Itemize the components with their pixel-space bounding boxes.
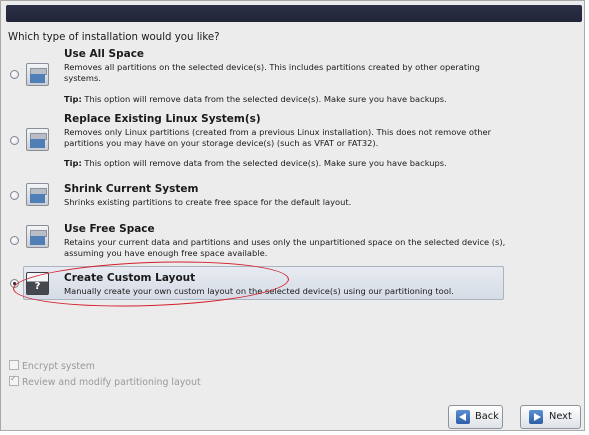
option-description: Removes only Linux partitions (created f… — [64, 127, 492, 148]
review-layout-label: Review and modify partitioning layout — [22, 377, 201, 388]
option-description: Shrinks existing partitions to create fr… — [64, 197, 352, 207]
drive-icon — [26, 128, 49, 151]
tip-text: This option will remove data from the se… — [81, 158, 447, 168]
option-description: Removes all partitions on the selected d… — [64, 62, 480, 83]
tip-label: Tip: — [64, 158, 82, 168]
review-layout-checkbox[interactable] — [9, 374, 19, 386]
radio-replace-linux[interactable] — [10, 136, 19, 145]
next-button-label: Next — [549, 411, 572, 422]
drive-icon — [26, 225, 49, 248]
page-question: Which type of installation would you lik… — [8, 32, 220, 43]
option-tip: Tip: This option will remove data from t… — [64, 94, 447, 104]
encrypt-system-row[interactable]: Encrypt system — [9, 360, 95, 372]
encrypt-system-label: Encrypt system — [22, 361, 95, 372]
header-bar — [6, 5, 582, 22]
option-tip: Tip: This option will remove data from t… — [64, 158, 447, 168]
radio-use-free-space[interactable] — [10, 236, 19, 245]
option-title: Shrink Current System — [64, 183, 199, 195]
option-title: Use All Space — [64, 48, 145, 60]
review-layout-row[interactable]: Review and modify partitioning layout — [9, 374, 201, 388]
option-title: Use Free Space — [64, 223, 155, 235]
drive-icon — [26, 183, 49, 206]
radio-use-all-space[interactable] — [10, 70, 19, 79]
back-button-label: Back — [475, 411, 499, 422]
drive-icon — [26, 63, 49, 86]
radio-shrink-current[interactable] — [10, 191, 19, 200]
option-description: Retains your current data and partitions… — [64, 237, 506, 258]
option-title: Replace Existing Linux System(s) — [64, 113, 261, 125]
tip-text: This option will remove data from the se… — [81, 94, 447, 104]
back-button[interactable]: Back — [448, 405, 503, 429]
tip-label: Tip: — [64, 94, 82, 104]
back-arrow-icon — [456, 410, 470, 424]
next-arrow-icon — [529, 410, 543, 424]
next-button[interactable]: Next — [520, 405, 581, 429]
encrypt-system-checkbox[interactable] — [9, 360, 19, 370]
installer-window: Which type of installation would you lik… — [0, 0, 585, 431]
